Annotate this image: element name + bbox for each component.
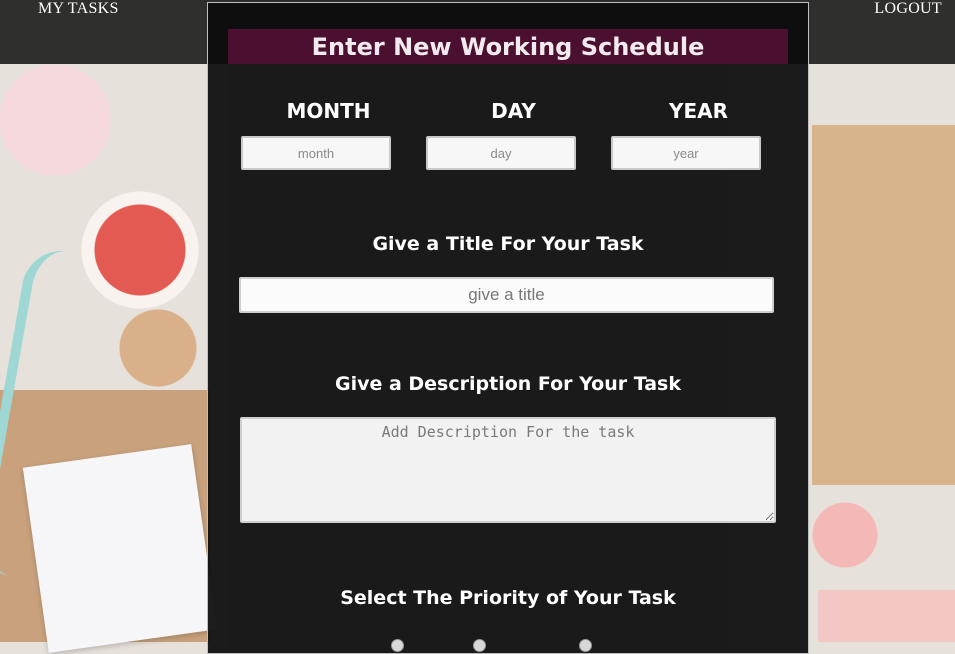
background-gift-box <box>812 125 955 485</box>
my-tasks-link[interactable]: MY TASKS <box>38 0 119 18</box>
month-label: MONTH <box>286 99 371 123</box>
priority-label: Select The Priority of Your Task <box>340 587 676 609</box>
priority-radio-group <box>208 635 808 652</box>
priority-radio-high[interactable] <box>391 639 404 652</box>
logout-link[interactable]: LOGOUT <box>874 0 942 18</box>
month-input[interactable] <box>241 136 391 170</box>
day-input[interactable] <box>426 136 576 170</box>
priority-radio-medium[interactable] <box>473 639 486 652</box>
form-title: Enter New Working Schedule <box>228 29 788 64</box>
priority-radio-low[interactable] <box>579 639 592 652</box>
task-description-input[interactable] <box>240 417 776 523</box>
task-title-label: Give a Title For Your Task <box>372 233 644 255</box>
year-label: YEAR <box>668 99 729 123</box>
task-title-input[interactable] <box>239 277 774 313</box>
year-input[interactable] <box>611 136 761 170</box>
task-description-label: Give a Description For Your Task <box>334 373 682 395</box>
day-label: DAY <box>491 99 536 123</box>
schedule-form-panel: Enter New Working Schedule MONTH DAY YEA… <box>207 2 809 654</box>
background-pink-card <box>818 590 955 642</box>
